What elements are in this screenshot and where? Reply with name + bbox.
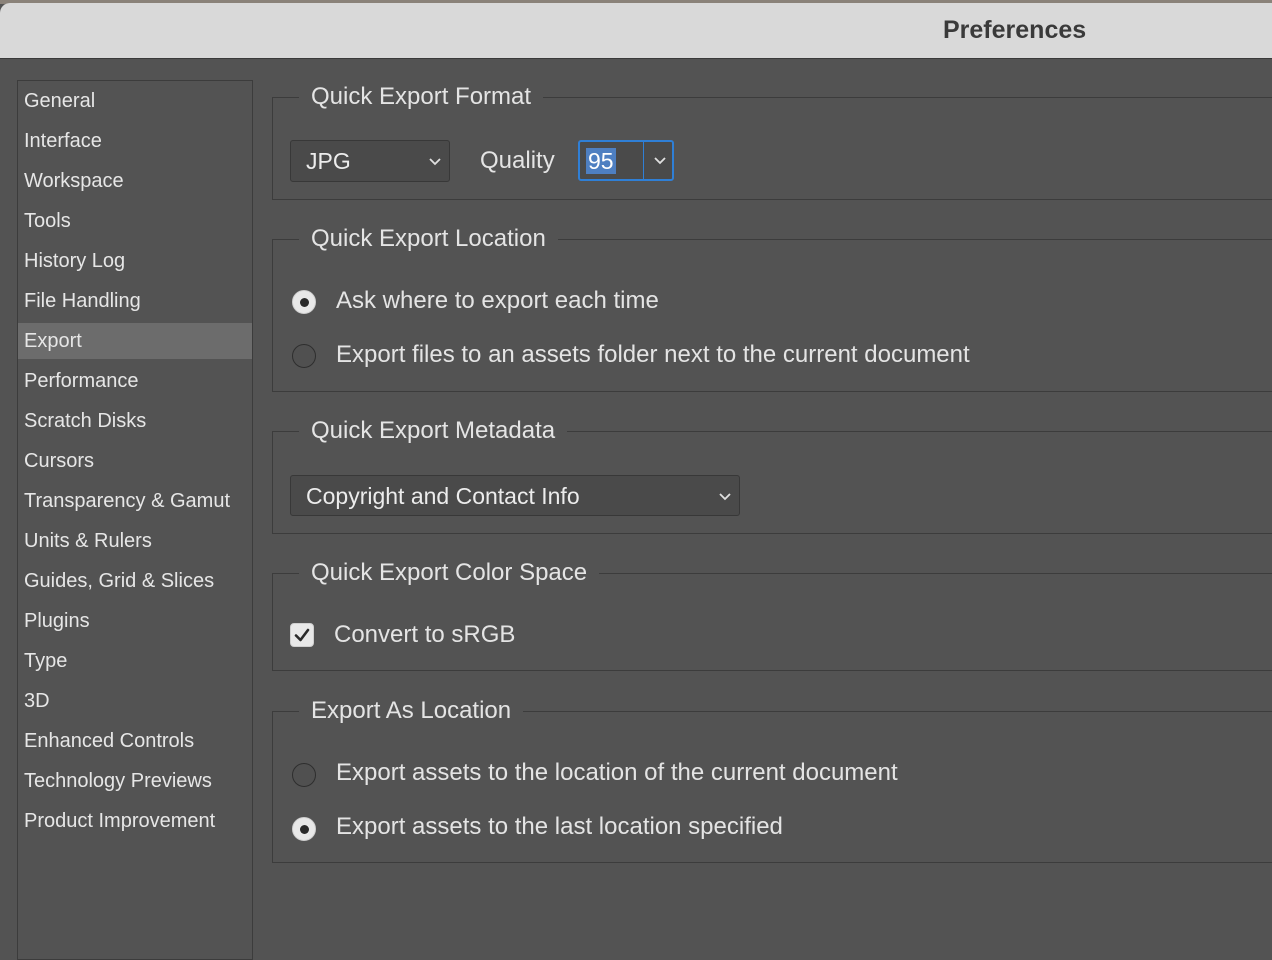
radio-ask-each-time[interactable] [292, 290, 316, 314]
ask-each-time-label[interactable]: Ask where to export each time [336, 286, 659, 316]
radio-last-location[interactable] [292, 817, 316, 841]
checkmark-icon [294, 628, 310, 642]
radio-assets-folder[interactable] [292, 344, 316, 368]
convert-srgb-checkbox[interactable] [290, 623, 314, 647]
sidebar-item-scratch-disks[interactable]: Scratch Disks [18, 403, 252, 439]
quality-label: Quality [480, 147, 555, 174]
last-location-label[interactable]: Export assets to the last location speci… [336, 812, 783, 842]
sidebar-item-transparency-gamut[interactable]: Transparency & Gamut [18, 483, 252, 519]
quick-export-format-title: Quick Export Format [299, 80, 544, 114]
current-document-location-label[interactable]: Export assets to the location of the cur… [336, 758, 898, 788]
chevron-down-icon[interactable] [653, 156, 667, 165]
quick-export-color-space-title: Quick Export Color Space [299, 556, 600, 590]
sidebar-item-technology-previews[interactable]: Technology Previews [18, 763, 252, 799]
sidebar-item-plugins[interactable]: Plugins [18, 603, 252, 639]
format-select-value: JPG [306, 148, 351, 174]
sidebar-item-history-log[interactable]: History Log [18, 243, 252, 279]
sidebar-item-3d[interactable]: 3D [18, 683, 252, 719]
quick-export-metadata-title: Quick Export Metadata [299, 414, 568, 448]
sidebar-item-performance[interactable]: Performance [18, 363, 252, 399]
radio-dot [300, 825, 309, 834]
export-as-location-title: Export As Location [299, 694, 524, 728]
sidebar-item-general[interactable]: General [18, 83, 252, 119]
sidebar-item-product-improvement[interactable]: Product Improvement [18, 803, 252, 839]
quick-export-location-title: Quick Export Location [299, 222, 558, 256]
quality-input[interactable]: 95 [586, 148, 616, 174]
metadata-select[interactable]: Copyright and Contact Info [290, 475, 740, 516]
sidebar-item-tools[interactable]: Tools [18, 203, 252, 239]
format-select[interactable]: JPG [290, 140, 450, 182]
metadata-select-value: Copyright and Contact Info [306, 483, 580, 509]
sidebar-item-interface[interactable]: Interface [18, 123, 252, 159]
sidebar-item-export[interactable]: Export [18, 323, 252, 359]
sidebar-item-file-handling[interactable]: File Handling [18, 283, 252, 319]
sidebar-item-cursors[interactable]: Cursors [18, 443, 252, 479]
quality-divider [643, 142, 644, 179]
convert-srgb-label[interactable]: Convert to sRGB [334, 620, 515, 650]
sidebar-item-enhanced-controls[interactable]: Enhanced Controls [18, 723, 252, 759]
sidebar-item-workspace[interactable]: Workspace [18, 163, 252, 199]
radio-current-document-location[interactable] [292, 763, 316, 787]
chevron-down-icon [429, 158, 441, 166]
assets-folder-label[interactable]: Export files to an assets folder next to… [336, 340, 970, 370]
quality-combobox[interactable]: 95 [578, 140, 674, 181]
chevron-down-icon [719, 493, 731, 501]
sidebar-item-guides-grid-slices[interactable]: Guides, Grid & Slices [18, 563, 252, 599]
radio-dot [300, 298, 309, 307]
window-title: Preferences [943, 16, 1087, 44]
sidebar-item-type[interactable]: Type [18, 643, 252, 679]
title-bar[interactable]: Preferences [0, 3, 1272, 59]
sidebar-item-units-rulers[interactable]: Units & Rulers [18, 523, 252, 559]
preferences-sidebar: General Interface Workspace Tools Histor… [17, 80, 253, 960]
